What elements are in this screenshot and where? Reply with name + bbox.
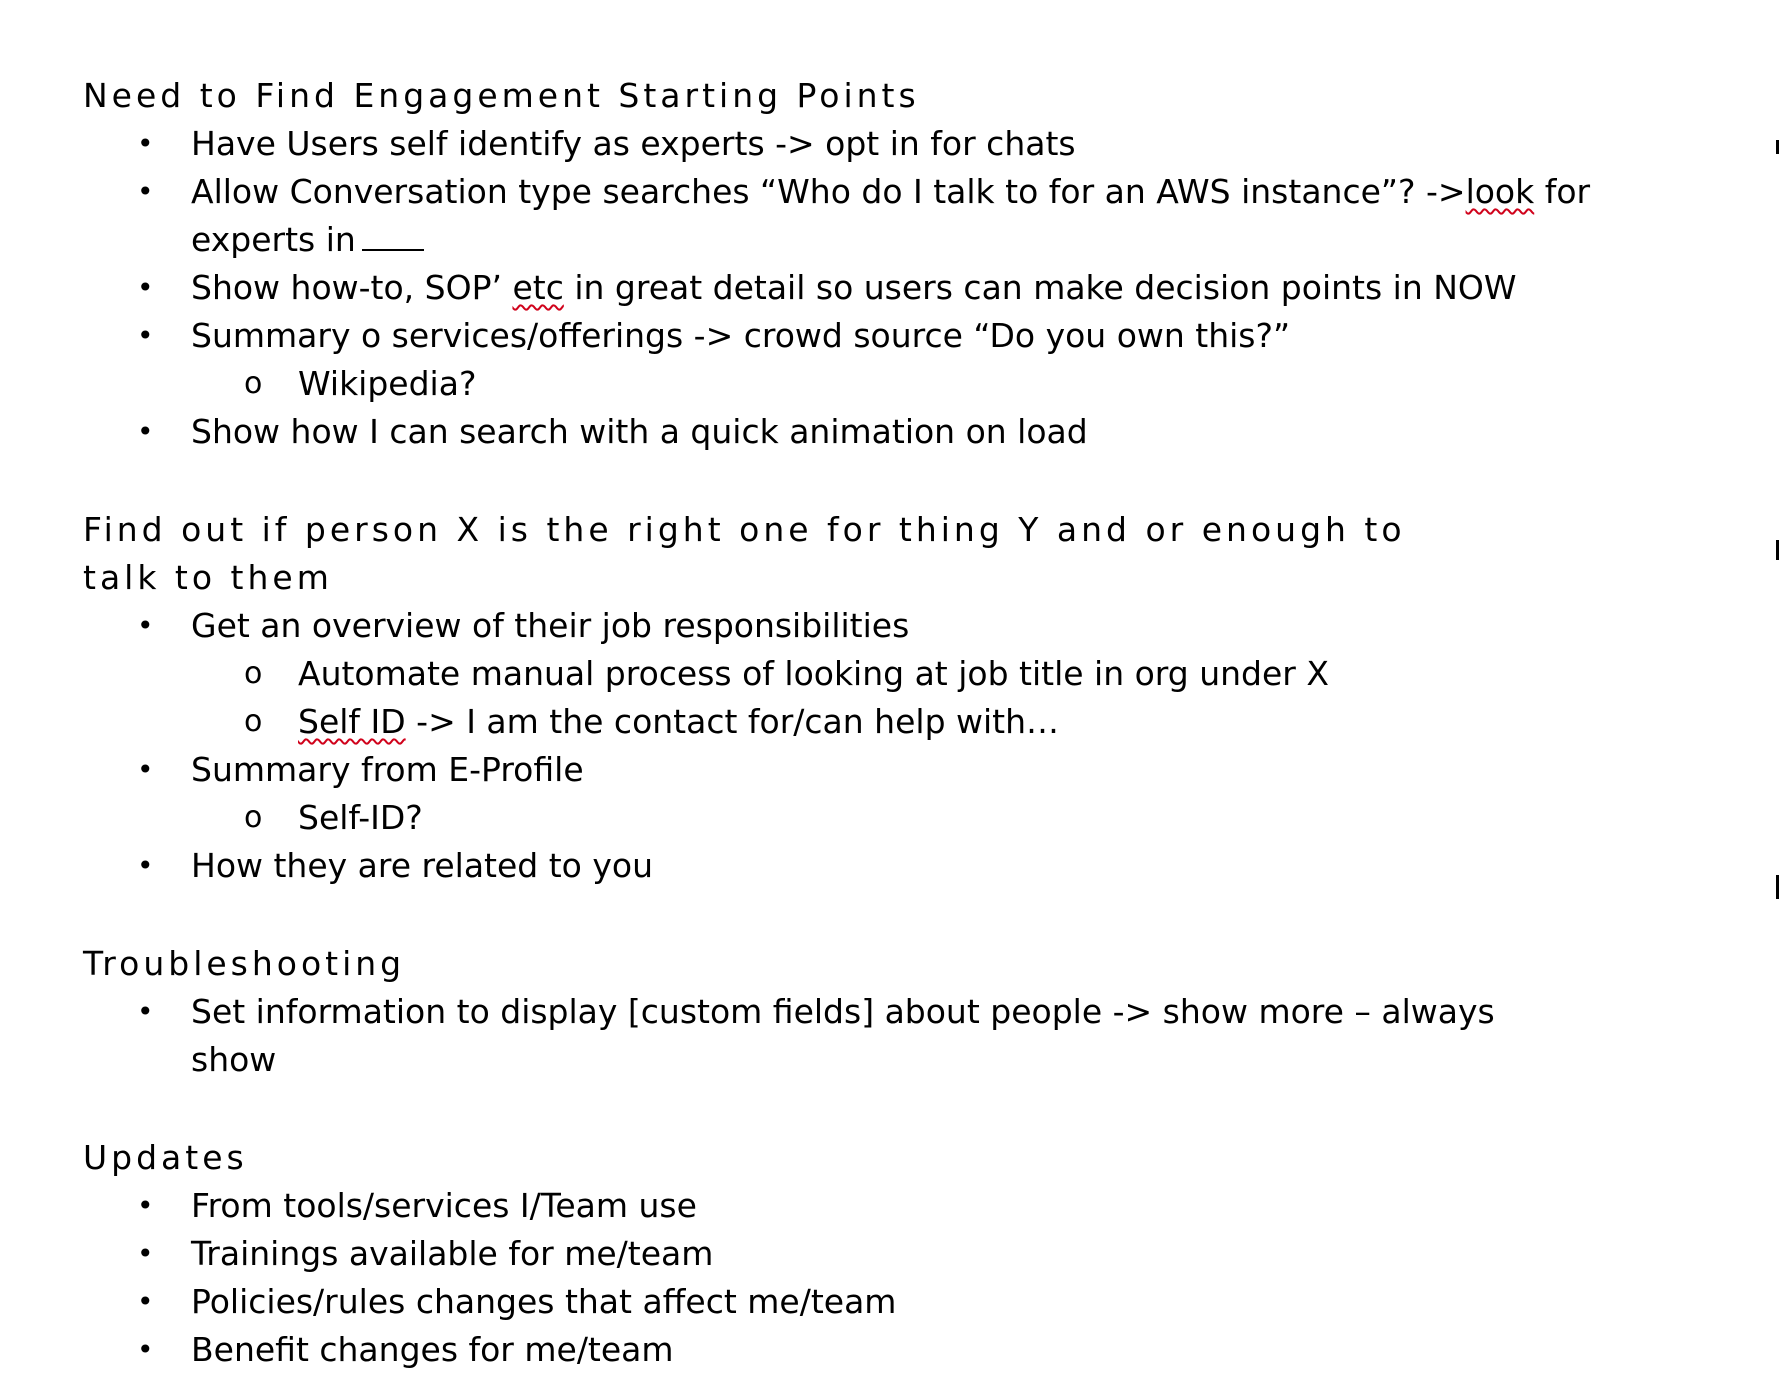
list-item: • Summary from E-Profile o Self-ID? xyxy=(83,746,1543,842)
circle-bullet-icon: o xyxy=(244,800,263,835)
sub-list: o Wikipedia? xyxy=(191,360,1543,408)
spellcheck-word[interactable]: look xyxy=(1466,172,1535,211)
bullet-list: • Set information to display [custom fie… xyxy=(83,988,1543,1084)
edge-mark xyxy=(1776,540,1779,560)
list-item: • How they are related to you xyxy=(83,842,1543,890)
item-text: Summary o services/offerings -> crowd so… xyxy=(191,316,1291,355)
section-heading: Find out if person X is the right one fo… xyxy=(83,510,1406,597)
bullet-icon: • xyxy=(137,271,154,304)
item-text: Allow Conversation type searches “Who do… xyxy=(191,172,1466,211)
sub-item-text: -> I am the contact for/can help with… xyxy=(405,702,1060,741)
bullet-icon: • xyxy=(137,1285,154,1318)
item-text: Trainings available for me/team xyxy=(191,1234,714,1273)
list-item: • Trainings available for me/team xyxy=(83,1230,1543,1278)
item-text: in great detail so users can make decisi… xyxy=(563,268,1517,307)
item-text: Summary from E-Profile xyxy=(191,750,584,789)
list-item: • Show how-to, SOP’ etc in great detail … xyxy=(83,264,1543,312)
list-item: • Summary o services/offerings -> crowd … xyxy=(83,312,1543,408)
item-text: Benefit changes for me/team xyxy=(191,1330,674,1369)
sub-item-text: Self-ID? xyxy=(298,798,423,837)
spellcheck-word[interactable]: Self ID xyxy=(298,702,406,741)
bullet-icon: • xyxy=(137,1237,154,1270)
item-text: Policies/rules changes that affect me/te… xyxy=(191,1282,897,1321)
list-item: • Show how I can search with a quick ani… xyxy=(83,408,1543,456)
edge-mark xyxy=(1776,140,1779,154)
item-text: Set information to display [custom field… xyxy=(191,992,1495,1079)
list-item: • Allow Conversation type searches “Who … xyxy=(83,168,1591,264)
list-item: • Benefit changes for me/team xyxy=(83,1326,1543,1374)
bullet-icon: • xyxy=(137,175,154,208)
blank-line xyxy=(361,219,424,251)
bullet-icon: • xyxy=(137,995,154,1028)
document-page: Need to Find Engagement Starting Points … xyxy=(0,0,1782,1369)
item-text: Get an overview of their job responsibil… xyxy=(191,606,910,645)
sub-item-text: Automate manual process of looking at jo… xyxy=(298,654,1329,693)
item-text: How they are related to you xyxy=(191,846,653,885)
sub-list-item: o Automate manual process of looking at … xyxy=(190,650,1543,698)
item-text: From tools/services I/Team use xyxy=(191,1186,697,1225)
bullet-icon: • xyxy=(137,127,154,160)
document-body: Need to Find Engagement Starting Points … xyxy=(83,72,1590,1374)
item-text: Show how-to, SOP’ xyxy=(191,268,513,307)
bullet-icon: • xyxy=(137,849,154,882)
list-item: • Have Users self identify as experts ->… xyxy=(83,120,1543,168)
section-heading: Need to Find Engagement Starting Points xyxy=(83,76,920,115)
sub-list-item: o Wikipedia? xyxy=(190,360,1543,408)
bullet-list: • Get an overview of their job responsib… xyxy=(83,602,1543,890)
bullet-icon: • xyxy=(137,415,154,448)
sub-list-item: o Self ID -> I am the contact for/can he… xyxy=(190,698,1543,746)
item-text: Have Users self identify as experts -> o… xyxy=(191,124,1076,163)
section-troubleshooting: Troubleshooting • Set information to dis… xyxy=(83,940,1543,1084)
sub-list-item: o Self-ID? xyxy=(190,794,1543,842)
section-engagement: Need to Find Engagement Starting Points … xyxy=(83,72,1590,456)
section-updates: Updates • From tools/services I/Team use… xyxy=(83,1134,1543,1374)
list-item: • Get an overview of their job responsib… xyxy=(83,602,1543,746)
bullet-icon: • xyxy=(137,609,154,642)
bullet-icon: • xyxy=(137,319,154,352)
list-item: • Policies/rules changes that affect me/… xyxy=(83,1278,1543,1326)
circle-bullet-icon: o xyxy=(244,656,263,691)
sub-item-text: Wikipedia? xyxy=(298,364,477,403)
section-heading: Updates xyxy=(83,1138,248,1177)
spellcheck-word[interactable]: etc xyxy=(512,268,563,307)
list-item: • From tools/services I/Team use xyxy=(83,1182,1543,1230)
bullet-icon: • xyxy=(137,1189,154,1222)
circle-bullet-icon: o xyxy=(244,704,263,739)
item-text: Show how I can search with a quick anima… xyxy=(191,412,1088,451)
sub-list: o Self-ID? xyxy=(191,794,1543,842)
circle-bullet-icon: o xyxy=(244,366,263,401)
bullet-list: • Have Users self identify as experts ->… xyxy=(83,120,1590,456)
section-heading: Troubleshooting xyxy=(83,944,406,983)
bullet-icon: • xyxy=(137,753,154,786)
bullet-icon: • xyxy=(137,1333,154,1366)
bullet-list: • From tools/services I/Team use • Train… xyxy=(83,1182,1543,1374)
edge-mark xyxy=(1776,875,1779,899)
sub-list: o Automate manual process of looking at … xyxy=(191,650,1543,746)
list-item: • Set information to display [custom fie… xyxy=(83,988,1543,1084)
section-find-person: Find out if person X is the right one fo… xyxy=(83,506,1543,890)
